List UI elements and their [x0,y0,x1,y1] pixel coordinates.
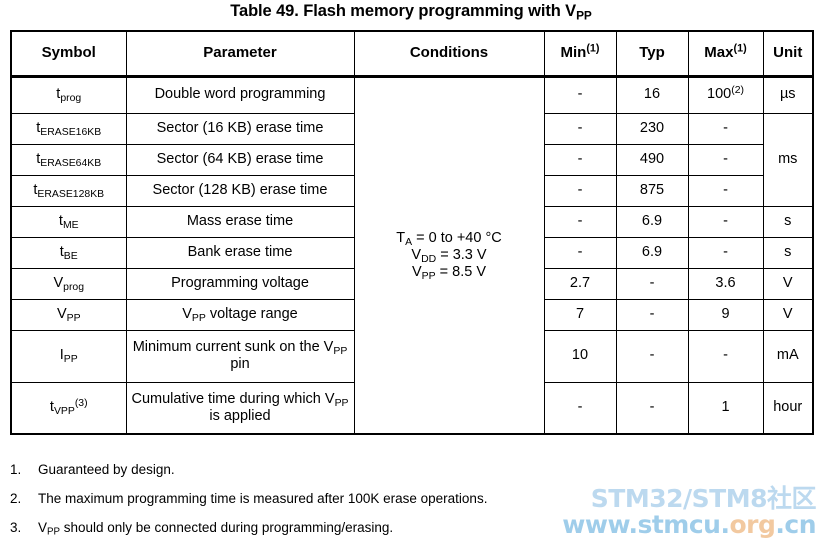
cell-parameter: Bank erase time [125,236,355,269]
cell-max: 100(2) [687,75,764,114]
cell-min: - [543,143,617,176]
cell-symbol: tERASE64KB [10,143,127,176]
cell-typ: 230 [615,112,689,145]
cell-unit: V [762,267,814,300]
cell-min: - [543,174,617,207]
footnotes: 1. Guaranteed by design. 2. The maximum pro… [10,462,650,550]
cell-min: 7 [543,298,617,331]
watermark-url-org: org [729,510,776,539]
cell-unit: s [762,205,814,238]
watermark-line-2: www.stmcu.org.cn [562,512,816,538]
cell-symbol: tME [10,205,127,238]
cell-typ: 6.9 [615,205,689,238]
cell-min: - [543,75,617,114]
cell-unit: mA [762,329,814,383]
cell-min: 2.7 [543,267,617,300]
cell-typ: 875 [615,174,689,207]
column-header-symbol: Symbol [10,30,127,78]
column-header-max: Max(1) [687,30,764,78]
cell-symbol: tBE [10,236,127,269]
cell-max: - [687,236,764,269]
watermark-line-1: STM32/STM8社区 [590,484,817,513]
cell-unit: V [762,298,814,331]
cell-max: - [687,329,764,383]
spec-table-container: Symbol Parameter Conditions Min(1) Typ M… [10,30,814,435]
cell-min: 10 [543,329,617,383]
cell-min: - [543,381,617,435]
column-header-max-label: Max [704,44,734,62]
column-header-typ: Typ [615,30,689,78]
footnote-text: The maximum programming time is measured… [38,491,488,507]
watermark-url-post: .cn [775,510,816,539]
cell-max: 3.6 [687,267,764,300]
table-header-row: Symbol Parameter Conditions Min(1) Typ M… [10,30,814,78]
cell-max: - [687,174,764,207]
cell-unit: ms [762,112,814,207]
cell-typ: 6.9 [615,236,689,269]
watermark: STM32/STM8社区 www.stmcu.org.cn [562,486,816,538]
column-header-max-footnote: (1) [733,43,747,56]
condition-line-ta: TA = 0 to +40 °C [396,229,502,248]
column-header-conditions: Conditions [353,30,545,78]
column-header-min-label: Min [560,44,587,62]
cell-parameter: Minimum current sunk on the VPP pin [125,329,355,383]
column-header-parameter: Parameter [125,30,355,78]
cell-parameter: Sector (64 KB) erase time [125,143,355,176]
cell-typ: - [615,329,689,383]
cell-min: - [543,112,617,145]
footnote-number: 1. [10,462,22,477]
cell-parameter: Mass erase time [125,205,355,238]
cell-unit: hour [762,381,814,435]
cell-typ: 16 [615,75,689,114]
cell-parameter: Double word programming [125,75,355,114]
cell-max: - [687,205,764,238]
footnote-number: 2. [10,491,22,507]
cell-max: 1 [687,381,764,435]
cell-symbol: tERASE128KB [10,174,127,207]
cell-unit: µs [762,75,814,114]
cell-symbol: tVPP(3) [10,381,127,435]
table-body: tprog Double word programming TA = 0 to +4… [10,75,814,435]
cell-min: - [543,236,617,269]
cell-min: - [543,205,617,238]
cell-max: - [687,143,764,176]
cell-symbol: IPP [10,329,127,383]
cell-typ: - [615,298,689,331]
page-title-text: Table 49. Flash memory programming with … [230,2,577,20]
footnote-text: Guaranteed by design. [38,462,175,477]
cell-symbol: VPP [10,298,127,331]
cell-parameter: Cumulative time during which VPP is appl… [125,381,355,435]
cell-symbol: tprog [10,75,127,114]
flash-programming-table: Symbol Parameter Conditions Min(1) Typ M… [10,30,814,435]
cell-typ: 490 [615,143,689,176]
cell-parameter: Programming voltage [125,267,355,300]
cell-symbol: tERASE16KB [10,112,127,145]
footnote-item: 3. VPP should only be connected during pr… [10,520,650,539]
cell-symbol: Vprog [10,267,127,300]
column-header-unit: Unit [762,30,814,78]
column-header-min-footnote: (1) [586,43,600,56]
cell-max: 9 [687,298,764,331]
page-title-subscript: PP [576,8,592,23]
table-row: tprog Double word programming TA = 0 to +4… [10,75,814,435]
cell-typ: - [615,267,689,300]
condition-line-vpp: VPP = 8.5 V [412,263,486,282]
cell-conditions: TA = 0 to +40 °C VDD = 3.3 V VPP = 8.5 V [353,75,545,435]
footnote-item: 2. The maximum programming time is measur… [10,491,650,507]
page-title: Table 49. Flash memory programming with … [0,2,822,21]
column-header-min: Min(1) [543,30,617,78]
cell-parameter: VPP voltage range [125,298,355,331]
cell-typ: - [615,381,689,435]
footnote-number: 3. [10,520,22,536]
condition-line-vdd: VDD = 3.3 V [411,246,487,265]
watermark-url-pre: www.stmcu. [562,510,730,539]
footnote-item: 1. Guaranteed by design. [10,462,650,478]
cell-parameter: Sector (16 KB) erase time [125,112,355,145]
cell-max: - [687,112,764,145]
table-header: Symbol Parameter Conditions Min(1) Typ M… [10,30,814,78]
cell-parameter: Sector (128 KB) erase time [125,174,355,207]
cell-unit: s [762,236,814,269]
footnote-text: VPP should only be connected during prog… [38,520,394,539]
